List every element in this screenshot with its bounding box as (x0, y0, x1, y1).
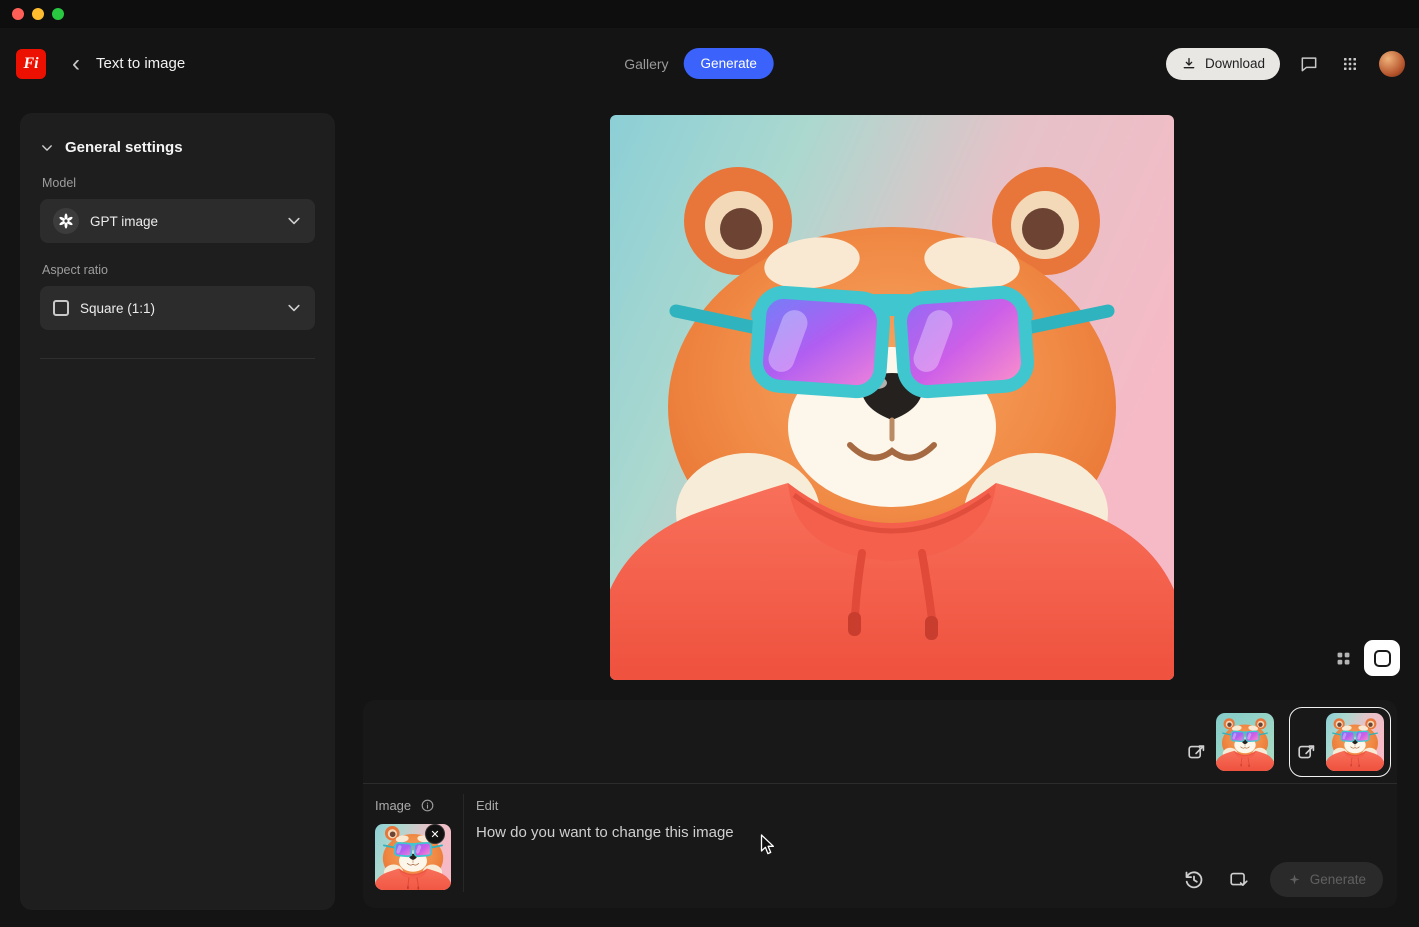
user-avatar[interactable] (1379, 51, 1405, 77)
generation-thumbnail[interactable] (1216, 713, 1274, 771)
generation-item-selected[interactable] (1289, 707, 1391, 777)
sidebar-divider (40, 358, 315, 359)
minimize-window-button[interactable] (32, 8, 44, 20)
close-window-button[interactable] (12, 8, 24, 20)
prompt-row: Image ✕ Edit (363, 784, 1397, 908)
red-panda-image (610, 115, 1174, 680)
prompt-divider (463, 794, 464, 892)
tab-gallery[interactable]: Gallery (624, 56, 668, 72)
sparkle-icon (1287, 872, 1302, 887)
prompt-actions: Generate (1180, 862, 1383, 897)
download-icon (1181, 56, 1197, 72)
view-mode-toggles (1326, 640, 1400, 676)
info-icon[interactable] (420, 798, 435, 813)
header-actions: Download (1166, 48, 1405, 80)
reuse-image-icon[interactable] (1186, 742, 1208, 764)
mode-switcher: Gallery Generate (624, 48, 774, 79)
macos-titlebar (0, 0, 1419, 28)
history-icon[interactable] (1180, 866, 1208, 894)
edit-label: Edit (476, 798, 498, 813)
image-label: Image (375, 798, 411, 813)
single-view-icon[interactable] (1364, 640, 1400, 676)
generated-image[interactable] (610, 115, 1174, 680)
app-header: Fi ‹ Text to image Gallery Generate Down… (0, 28, 1419, 99)
model-label: Model (42, 176, 313, 190)
aspect-ratio-dropdown[interactable]: Square (1:1) (40, 286, 315, 330)
chevron-down-icon (286, 213, 302, 229)
page-title: Text to image (96, 55, 185, 72)
prompt-input[interactable] (476, 824, 1157, 841)
zoom-window-button[interactable] (52, 8, 64, 20)
download-button[interactable]: Download (1166, 48, 1280, 80)
remove-image-button[interactable]: ✕ (425, 824, 445, 844)
reuse-image-icon[interactable] (1296, 742, 1318, 764)
chevron-left-icon: ‹ (72, 50, 80, 77)
openai-logo-icon (53, 208, 79, 234)
feedback-chat-icon[interactable] (1297, 52, 1321, 76)
general-settings-title: General settings (65, 139, 183, 156)
firefly-logo[interactable]: Fi (16, 49, 46, 79)
close-icon: ✕ (430, 828, 439, 841)
prompt-panel: Image ✕ Edit (363, 700, 1397, 908)
reference-image-column: Image ✕ (375, 798, 451, 890)
chevron-down-icon (286, 300, 302, 316)
aspect-ratio-value: Square (1:1) (80, 301, 155, 316)
generate-disabled-label: Generate (1310, 872, 1366, 887)
download-label: Download (1205, 56, 1265, 71)
image-check-icon[interactable] (1225, 866, 1253, 894)
grid-view-icon[interactable] (1326, 641, 1360, 675)
generation-thumbnail[interactable] (1326, 713, 1384, 771)
reference-image-thumbnail[interactable]: ✕ (375, 824, 451, 890)
chevron-down-icon (40, 141, 54, 155)
generation-filmstrip (363, 700, 1397, 784)
single-view-glyph (1374, 650, 1391, 667)
square-ratio-icon (53, 300, 69, 316)
generate-button-disabled[interactable]: Generate (1270, 862, 1383, 897)
generation-item[interactable] (1179, 707, 1281, 777)
general-settings-header[interactable]: General settings (40, 139, 315, 156)
settings-panel: General settings Model GPT image Aspect … (20, 113, 335, 910)
edit-column: Edit (476, 798, 1157, 841)
apps-grid-icon[interactable] (1338, 52, 1362, 76)
model-value: GPT image (90, 214, 158, 229)
tab-generate[interactable]: Generate (684, 48, 774, 79)
aspect-ratio-label: Aspect ratio (42, 263, 313, 277)
back-button[interactable]: ‹ (72, 54, 80, 74)
firefly-logo-text: Fi (23, 55, 38, 73)
model-dropdown[interactable]: GPT image (40, 199, 315, 243)
